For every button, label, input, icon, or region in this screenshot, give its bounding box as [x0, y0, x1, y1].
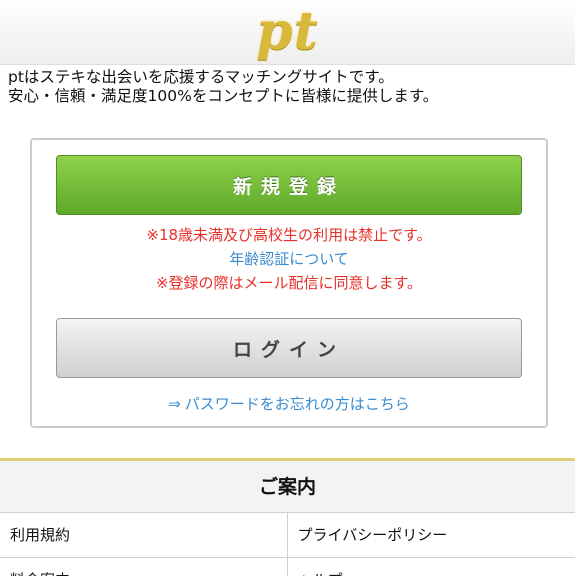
privacy-policy-link[interactable]: プライバシーポリシー: [287, 513, 575, 557]
age-verification-link[interactable]: 年齢認証について: [32, 250, 546, 269]
guide-title: ご案内: [258, 476, 316, 498]
intro-text: ptはステキな出会いを応援するマッチングサイトです。 安心・信頼・満足度100%…: [8, 68, 568, 106]
login-button[interactable]: ログイン: [56, 318, 522, 378]
pricing-link[interactable]: 料金案内: [0, 558, 288, 576]
guide-link-grid: 利用規約 プライバシーポリシー 料金案内 ヘルプ: [0, 513, 575, 576]
mail-consent-notice: ※登録の際はメール配信に同意します。: [155, 274, 423, 292]
guide-row: 料金案内 ヘルプ: [0, 558, 575, 576]
register-button[interactable]: 新規登録: [56, 155, 522, 215]
forgot-password-label: パスワードをお忘れの方はこちら: [184, 395, 410, 413]
terms-link[interactable]: 利用規約: [0, 513, 288, 557]
site-logo[interactable]: pt: [0, 2, 575, 62]
intro-line-1: ptはステキな出会いを応援するマッチングサイトです。: [8, 68, 394, 86]
guide-row: 利用規約 プライバシーポリシー: [0, 513, 575, 558]
intro-line-2: 安心・信頼・満足度100%をコンセプトに皆様に提供します。: [8, 87, 439, 105]
age-restriction-notice: ※18歳未満及び高校生の利用は禁止です。: [146, 226, 432, 244]
auth-panel: 新規登録 ※18歳未満及び高校生の利用は禁止です。 年齢認証について ※登録の際…: [30, 138, 548, 428]
guide-header: ご案内: [0, 461, 575, 513]
arrow-right-icon: ⇒: [168, 395, 181, 413]
forgot-password-link[interactable]: ⇒ パスワードをお忘れの方はこちら: [32, 395, 546, 414]
site-header: pt: [0, 0, 575, 65]
help-link[interactable]: ヘルプ: [287, 558, 575, 576]
